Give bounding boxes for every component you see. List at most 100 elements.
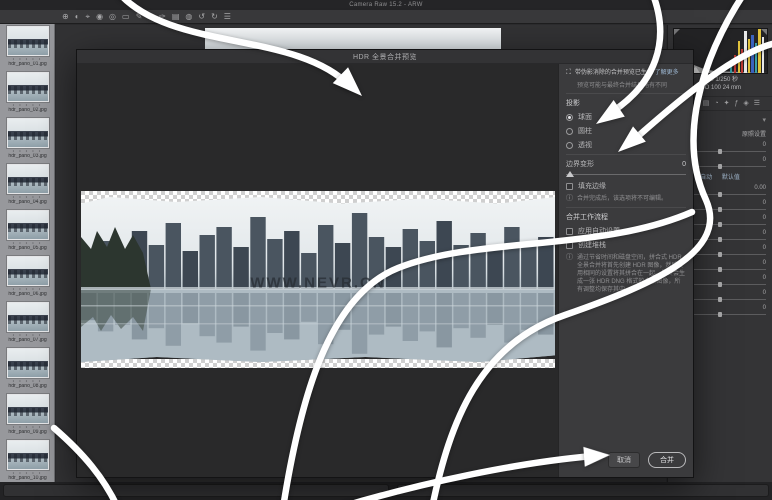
merge-info-icon: ⛶ [566, 69, 571, 77]
watermark-text: WWW.NEVR.CN [81, 274, 555, 291]
projection-radio-row[interactable]: 透视 [566, 140, 686, 150]
boundary-warp-thumb[interactable] [566, 171, 574, 177]
slider-thumb[interactable] [718, 312, 722, 317]
thumbnail-image [7, 210, 49, 240]
main-toolbar: ⊕ ◐ ⌖ ◉ ◎ ▭ ✎ ◔ ✑ ▤ ◍ ↺ ↻ ☰ [0, 10, 772, 24]
adjustment-brush-icon[interactable]: ✑ [159, 13, 166, 21]
filmstrip[interactable]: • • • • •hdr_pano_01.jpg• • • • •hdr_pan… [0, 24, 55, 500]
crop-icon[interactable]: ▭ [122, 13, 130, 21]
status-bar-left [3, 484, 389, 497]
slider-value: 0 [763, 259, 766, 267]
slider-thumb[interactable] [718, 297, 722, 302]
thumbnail-image [7, 348, 49, 378]
slider-value: 0 [763, 244, 766, 252]
rating-dots: • • • • • [13, 195, 42, 199]
rotate-right-icon[interactable]: ↻ [211, 13, 218, 21]
graduated-filter-icon[interactable]: ▤ [172, 13, 180, 21]
filmstrip-item[interactable]: • • • • •hdr_pano_08.jpg [0, 346, 55, 392]
learn-more-link[interactable]: 了解更多 [655, 70, 679, 76]
filmstrip-item[interactable]: • • • • •hdr_pano_06.jpg [0, 254, 55, 300]
presets-tab-icon[interactable]: ◈ [743, 100, 748, 107]
thumbnail-filename: hdr_pano_01.jpg [8, 62, 46, 68]
projection-option-label: 球面 [578, 112, 592, 122]
thumbnail-filename: hdr_pano_08.jpg [8, 384, 46, 390]
filmstrip-item[interactable]: • • • • •hdr_pano_03.jpg [0, 116, 55, 162]
slider-thumb[interactable] [718, 282, 722, 287]
workflow-checkbox-row[interactable]: 创建堆栈 [566, 240, 686, 250]
effects-tab-icon[interactable]: ✦ [724, 100, 730, 107]
slider-value: 0 [763, 229, 766, 237]
filmstrip-item[interactable]: • • • • •hdr_pano_10.jpg [0, 438, 55, 484]
rating-dots: • • • • • [13, 471, 42, 475]
filmstrip-item[interactable]: • • • • •hdr_pano_07.jpg [0, 300, 55, 346]
slider-value: 0 [763, 199, 766, 207]
fill-edges-checkbox-row[interactable]: 填充边缘 [566, 181, 686, 191]
radial-filter-icon[interactable]: ◍ [185, 13, 192, 21]
thumbnail-filename: hdr_pano_02.jpg [8, 108, 46, 114]
info-icon: ⓘ [566, 254, 573, 294]
thumbnail-filename: hdr_pano_05.jpg [8, 246, 46, 252]
slider-thumb[interactable] [718, 252, 722, 257]
boundary-warp-slider[interactable] [566, 171, 686, 177]
boundary-warp-value[interactable]: 0 [682, 161, 686, 168]
projection-radio-row[interactable]: 圆柱 [566, 126, 686, 136]
color-sampler-icon[interactable]: ◉ [96, 13, 103, 21]
checkbox[interactable] [566, 242, 573, 249]
status-bar [0, 482, 772, 500]
filmstrip-item[interactable]: • • • • •hdr_pano_02.jpg [0, 70, 55, 116]
cancel-button[interactable]: 取消 [608, 452, 640, 468]
projection-option-label: 透视 [578, 140, 592, 150]
workflow-checkbox-row[interactable]: 应用自动设置 [566, 226, 686, 236]
fill-edges-checkbox[interactable] [566, 183, 573, 190]
divider [566, 207, 686, 208]
filmstrip-item[interactable]: • • • • •hdr_pano_01.jpg [0, 24, 55, 70]
radio-button[interactable] [566, 114, 573, 121]
slider-thumb[interactable] [718, 207, 722, 212]
targeted-adjustment-icon[interactable]: ◎ [109, 13, 116, 21]
slider-thumb[interactable] [718, 267, 722, 272]
workflow-option-label: 创建堆栈 [578, 240, 606, 250]
checkbox[interactable] [566, 228, 573, 235]
red-eye-icon[interactable]: ◔ [148, 13, 153, 21]
slider-value: 0 [763, 304, 766, 312]
slider-thumb[interactable] [718, 192, 722, 197]
white-balance-select[interactable]: 原照设置 [742, 129, 766, 138]
merge-button[interactable]: 合并 [648, 452, 686, 468]
detail-tab-icon[interactable]: ▤ [703, 100, 710, 107]
rotate-left-icon[interactable]: ↺ [198, 13, 205, 21]
calibration-tab-icon[interactable]: ƒ [734, 100, 738, 107]
radio-button[interactable] [566, 142, 573, 149]
white-balance-icon[interactable]: ⌖ [86, 13, 91, 21]
rating-dots: • • • • • [13, 241, 42, 245]
radio-button[interactable] [566, 128, 573, 135]
zoom-icon[interactable]: ⊕ [62, 13, 69, 21]
filmstrip-item[interactable]: • • • • •hdr_pano_09.jpg [0, 392, 55, 438]
menu-tab-icon[interactable]: ☰ [754, 100, 760, 107]
thumbnail-image [7, 256, 49, 286]
auto-link[interactable]: 自动 [700, 175, 712, 181]
slider-value: 0 [763, 141, 766, 149]
notice-text: 带伪影消除的合并预览已生成 [575, 70, 653, 76]
panel-collapse-icon[interactable]: ▾ [762, 116, 766, 126]
filmstrip-item[interactable]: • • • • •hdr_pano_04.jpg [0, 162, 55, 208]
merge-options-panel: ⛶ 带伪影消除的合并预览已生成 了解更多 预览可能与最终合并结果略有不同 投影 … [559, 64, 693, 477]
slider-value: 0 [763, 289, 766, 297]
slider-thumb[interactable] [718, 149, 722, 154]
slider-thumb[interactable] [718, 222, 722, 227]
projection-radio-row[interactable]: 球面 [566, 112, 686, 122]
thumbnail-image [7, 118, 49, 148]
default-link[interactable]: 默认值 [722, 175, 740, 181]
slider-thumb[interactable] [718, 164, 722, 169]
spot-removal-icon[interactable]: ✎ [136, 13, 143, 21]
dialog-titlebar[interactable]: HDR 全景合并预览 [77, 50, 693, 64]
hsl-tab-icon[interactable]: ◔ [714, 100, 718, 107]
hdr-pano-merge-dialog: HDR 全景合并预览 WWW.NEVR.CN ⛶ 带伪影消除的合并预览已生成 [76, 49, 694, 478]
preferences-icon[interactable]: ☰ [224, 13, 231, 21]
hand-icon[interactable]: ◐ [75, 13, 80, 21]
notice-subtext: 预览可能与最终合并结果略有不同 [577, 80, 686, 89]
slider-thumb[interactable] [718, 237, 722, 242]
thumbnail-image [7, 440, 49, 470]
filmstrip-item[interactable]: • • • • •hdr_pano_05.jpg [0, 208, 55, 254]
thumbnail-filename: hdr_pano_10.jpg [8, 476, 46, 482]
rating-dots: • • • • • [13, 103, 42, 107]
